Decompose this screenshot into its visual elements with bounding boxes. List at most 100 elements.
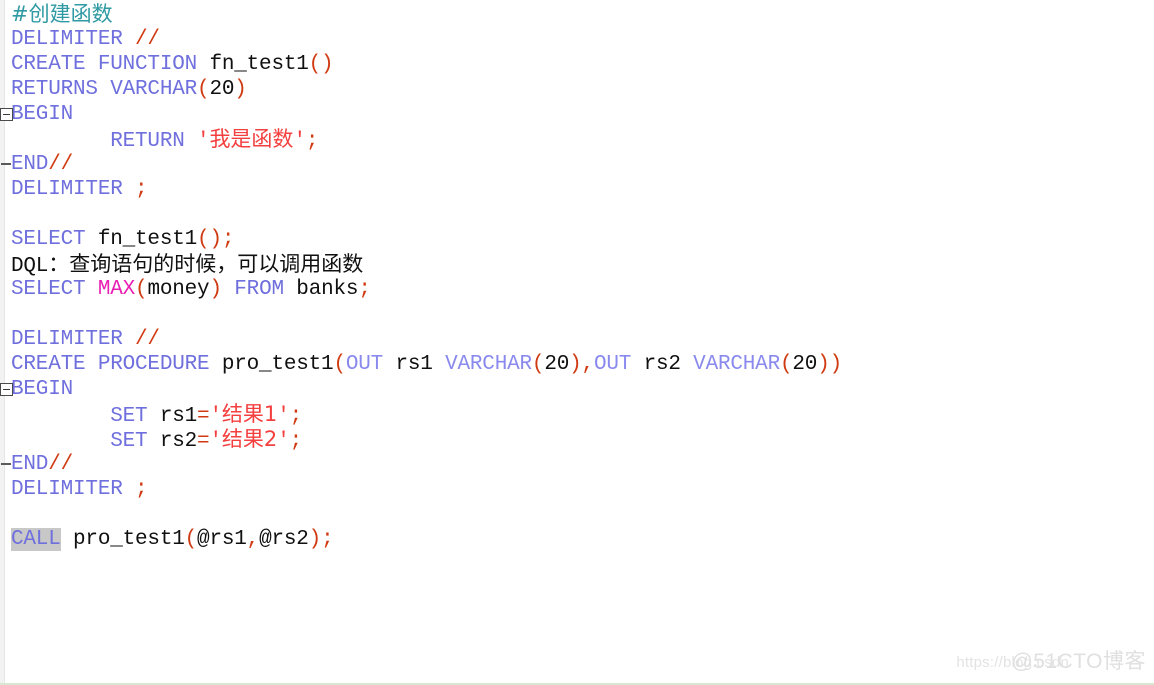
code-token: DQL — [11, 255, 49, 278]
code-line[interactable] — [0, 202, 1154, 227]
code-token: DELIMITER — [11, 28, 136, 51]
code-token: BEGIN — [11, 378, 74, 401]
code-line[interactable]: #创建函数 — [0, 2, 1154, 27]
code-token: ' — [209, 405, 222, 428]
code-line[interactable]: DELIMITER // — [0, 27, 1154, 52]
fold-collapse-icon[interactable] — [0, 108, 13, 121]
code-token: ' — [277, 430, 290, 453]
code-token: // — [48, 153, 74, 176]
code-token: pro_test1 — [221, 353, 334, 376]
code-token: ：查询语句的时候，可以调用函数 — [48, 252, 364, 276]
fold-end-icon — [0, 158, 13, 171]
code-token: ; — [135, 178, 148, 201]
code-token: , — [246, 528, 260, 551]
code-token: // — [48, 453, 74, 476]
code-token: OUT — [593, 353, 644, 376]
code-token: #创建函数 — [11, 2, 113, 26]
code-token: RETURNS VARCHAR — [11, 78, 198, 101]
code-token: = — [197, 430, 210, 453]
code-token: banks — [296, 278, 359, 301]
code-line[interactable]: RETURN '我是函数'; — [0, 127, 1154, 153]
code-token: SET — [11, 405, 160, 428]
code-token: money — [147, 278, 210, 301]
code-token: @rs2 — [259, 528, 309, 551]
code-token: ( — [197, 78, 210, 101]
code-token: ; — [358, 278, 371, 301]
code-token: ), — [569, 353, 594, 376]
code-token: rs1 — [395, 353, 446, 376]
code-line[interactable] — [0, 502, 1154, 527]
code-token: ; — [289, 405, 303, 428]
code-line[interactable]: RETURNS VARCHAR(20) — [0, 77, 1154, 102]
code-token: SELECT — [11, 228, 98, 251]
code-token: DELIMITER — [11, 478, 136, 501]
code-line[interactable]: DELIMITER ; — [0, 177, 1154, 202]
code-token: = — [197, 405, 210, 428]
code-token: FROM — [234, 278, 297, 301]
code-token: ' — [277, 405, 290, 428]
code-token: DELIMITER — [11, 178, 136, 201]
code-token: MAX — [97, 278, 136, 301]
code-line[interactable]: END// — [0, 152, 1154, 177]
code-line[interactable]: CREATE FUNCTION fn_test1() — [0, 52, 1154, 77]
csdn-watermark: https://blog.csdn — [956, 654, 1069, 671]
code-token: fn_test1 — [209, 53, 309, 76]
code-token: RETURN — [11, 130, 198, 153]
code-line[interactable]: CALL pro_test1(@rs1,@rs2); — [0, 527, 1154, 552]
code-line[interactable]: BEGIN — [0, 377, 1154, 402]
code-token: ( — [184, 528, 198, 551]
code-token: CALL — [11, 528, 61, 551]
code-line[interactable]: CREATE PROCEDURE pro_test1(OUT rs1 VARCH… — [0, 352, 1154, 377]
code-token: (); — [197, 228, 235, 251]
code-lines-container[interactable]: #创建函数 DELIMITER //CREATE FUNCTION fn_test… — [0, 0, 1154, 552]
code-line[interactable]: SET rs2='结果2'; — [0, 427, 1154, 453]
code-token: VARCHAR — [445, 353, 532, 376]
code-token: // — [135, 328, 160, 351]
code-token: rs2 — [159, 430, 198, 453]
code-token: 20 — [209, 78, 235, 101]
sql-code-editor[interactable]: #创建函数 DELIMITER //CREATE FUNCTION fn_test… — [0, 0, 1154, 685]
code-line[interactable]: SELECT MAX(money) FROM banks; — [0, 277, 1154, 302]
code-token: fn_test1 — [97, 228, 198, 251]
code-line[interactable]: DQL：查询语句的时候，可以调用函数 — [0, 252, 1154, 278]
code-token: ) — [209, 278, 235, 301]
code-token: SELECT — [11, 278, 98, 301]
code-token: ( — [333, 353, 346, 376]
code-token: DELIMITER — [11, 328, 136, 351]
code-line[interactable] — [0, 302, 1154, 327]
code-token: ( — [135, 278, 148, 301]
code-token: VARCHAR — [693, 353, 780, 376]
code-token: ); — [308, 528, 334, 551]
code-line[interactable]: END// — [0, 452, 1154, 477]
code-token: 结果1 — [221, 402, 278, 426]
code-token: END — [11, 153, 49, 176]
code-token: CREATE PROCEDURE — [11, 353, 222, 376]
code-token: ' — [197, 130, 210, 153]
fold-end-icon — [0, 458, 13, 471]
code-line[interactable]: DELIMITER ; — [0, 477, 1154, 502]
code-token: ' — [209, 430, 222, 453]
fold-collapse-icon[interactable] — [0, 383, 13, 396]
code-token: )) — [817, 353, 843, 376]
code-token: BEGIN — [11, 103, 74, 126]
code-token: @rs1 — [197, 528, 247, 551]
code-token: rs1 — [159, 405, 198, 428]
code-line[interactable]: BEGIN — [0, 102, 1154, 127]
code-token: ( — [531, 353, 545, 376]
code-token: ; — [135, 478, 148, 501]
code-token: 20 — [544, 353, 570, 376]
code-token: ; — [289, 430, 303, 453]
code-token: 结果2 — [221, 427, 278, 451]
cto-watermark: @51CTO博客 — [1011, 650, 1146, 673]
code-line[interactable]: SELECT fn_test1(); — [0, 227, 1154, 252]
code-line[interactable]: DELIMITER // — [0, 327, 1154, 352]
code-token: // — [135, 28, 160, 51]
code-token: pro_test1 — [73, 528, 185, 551]
code-line[interactable]: SET rs1='结果1'; — [0, 402, 1154, 428]
code-token: ( — [780, 353, 793, 376]
code-token: CREATE FUNCTION — [11, 53, 210, 76]
code-token: ' — [293, 130, 306, 153]
code-token: END — [11, 453, 49, 476]
code-token: rs2 — [643, 353, 694, 376]
